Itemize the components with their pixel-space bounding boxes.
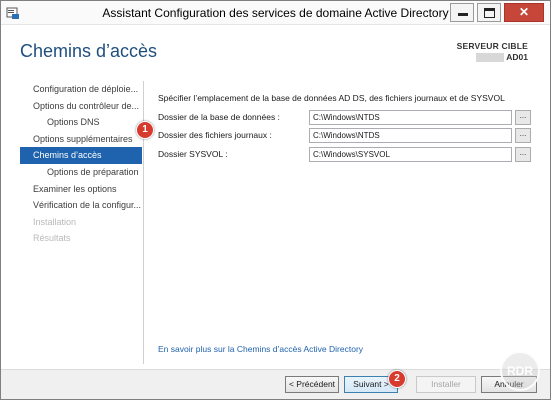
sysvol-folder-browse-button[interactable]: ...	[515, 147, 531, 162]
nav-item-results: Résultats	[33, 233, 71, 244]
watermark-logo: RDR	[500, 351, 540, 391]
nav-item-dns-options[interactable]: Options DNS	[20, 114, 142, 131]
target-server-label: SERVEUR CIBLE	[456, 41, 528, 51]
target-server-name: AD01	[506, 52, 528, 62]
log-folder-label: Dossier des fichiers journaux :	[158, 130, 272, 140]
wizard-nav: Configuration de déploie... Options du c…	[20, 81, 142, 247]
paths-panel: Spécifier l’emplacement de la base de do…	[158, 89, 538, 162]
page-title: Chemins d’accès	[20, 41, 158, 61]
sysvol-folder-input[interactable]	[309, 147, 512, 162]
help-link[interactable]: En savoir plus sur la Chemins d’accès Ac…	[158, 344, 363, 354]
minimize-icon	[458, 13, 468, 16]
nav-item-installation: Installation	[33, 216, 77, 227]
target-server: SERVEUR CIBLE AD01	[457, 41, 528, 62]
nav-item-deployment-configuration[interactable]: Configuration de déploie...	[20, 81, 142, 98]
maximize-icon	[484, 8, 495, 18]
previous-button[interactable]: < Précédent	[285, 376, 339, 393]
wizard-window: Assistant Configuration des services de …	[0, 0, 551, 400]
nav-item-review-options[interactable]: Examiner les options	[20, 181, 142, 198]
close-button[interactable]: ✕	[504, 3, 544, 22]
close-icon: ✕	[518, 5, 530, 19]
sysvol-folder-row: Dossier SYSVOL : ...	[158, 147, 538, 163]
log-folder-input[interactable]	[309, 128, 512, 143]
nav-item-preparation-options[interactable]: Options de préparation	[20, 164, 142, 181]
sysvol-folder-label: Dossier SYSVOL :	[158, 149, 228, 159]
window-controls: ✕	[450, 3, 544, 22]
database-folder-input[interactable]	[309, 110, 512, 125]
database-folder-browse-button[interactable]: ...	[515, 110, 531, 125]
wizard-footer: < Précédent Suivant > Installer Annuler	[1, 369, 550, 399]
maximize-button[interactable]	[477, 3, 501, 22]
redacted-domain	[476, 52, 505, 62]
annotation-badge-1: 1	[136, 121, 154, 139]
annotation-badge-2: 2	[388, 370, 406, 388]
install-button: Installer	[416, 376, 476, 393]
paths-description: Spécifier l’emplacement de la base de do…	[158, 93, 505, 103]
title-bar: Assistant Configuration des services de …	[1, 1, 550, 25]
nav-item-additional-options[interactable]: Options supplémentaires	[20, 131, 142, 148]
nav-item-prerequisites-check[interactable]: Vérification de la configur...	[20, 197, 142, 214]
log-folder-row: Dossier des fichiers journaux : ...	[158, 128, 538, 144]
database-folder-label: Dossier de la base de données :	[158, 112, 280, 122]
log-folder-browse-button[interactable]: ...	[515, 128, 531, 143]
minimize-button[interactable]	[450, 3, 474, 22]
database-folder-row: Dossier de la base de données : ...	[158, 110, 538, 126]
nav-item-dc-options[interactable]: Options du contrôleur de...	[20, 98, 142, 115]
nav-item-paths[interactable]: Chemins d’accès	[20, 147, 142, 164]
